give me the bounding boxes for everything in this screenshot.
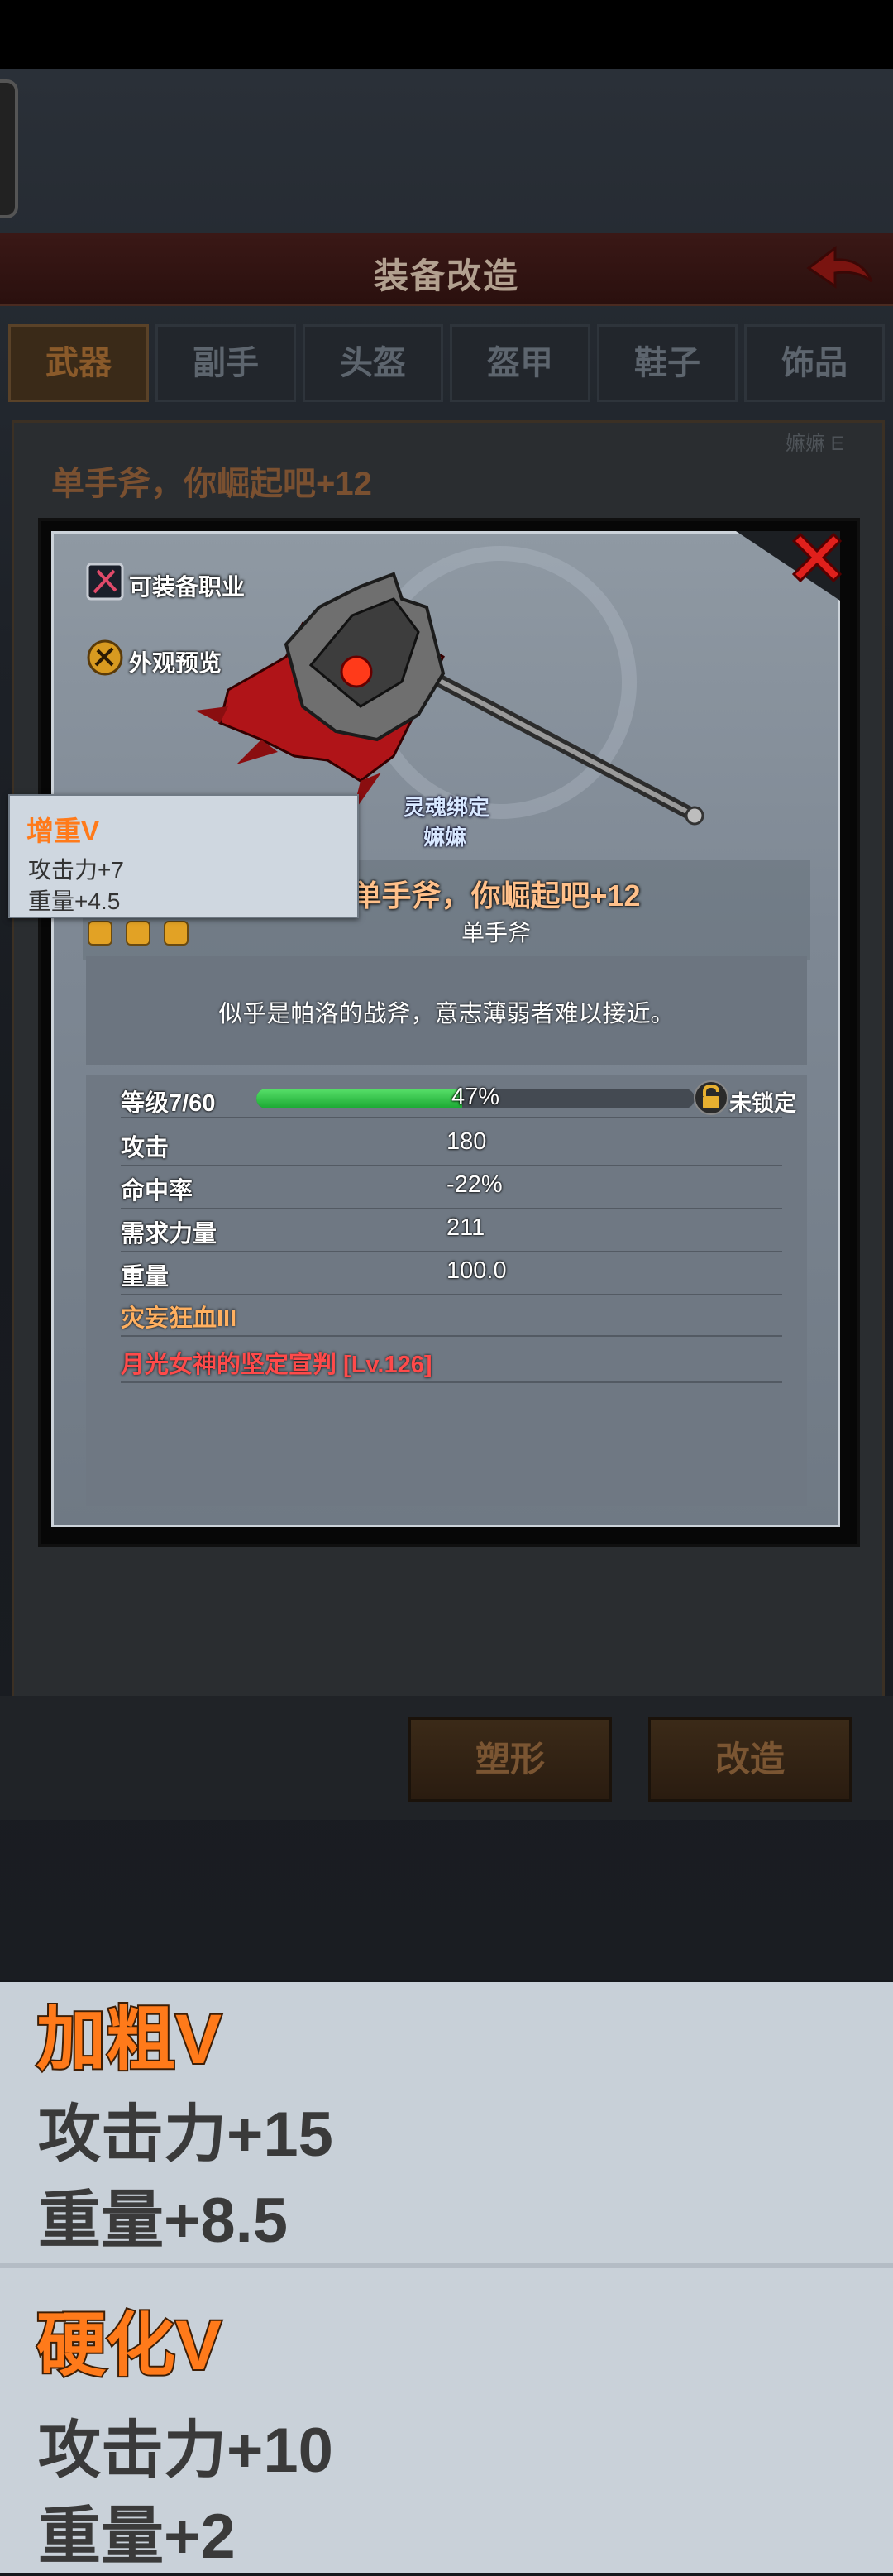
tab-weapon[interactable]: 武器: [8, 324, 149, 402]
status-bar: [0, 0, 893, 69]
level-label: 等级7/60: [121, 1090, 216, 1117]
tooltip-line-2: 重量+4.5: [28, 888, 121, 914]
stat-value-weight: 100.0: [446, 1257, 507, 1284]
bound-owner-label: 嫲嫲: [423, 825, 467, 850]
preview-icon[interactable]: [86, 639, 124, 677]
close-icon[interactable]: [786, 526, 848, 589]
soul-bound-label: 灵魂绑定: [404, 795, 490, 820]
equipment-card-tag: 嫲嫲 E: [786, 433, 844, 455]
tab-accessory[interactable]: 饰品: [744, 324, 885, 402]
stat-label-attack: 攻击: [121, 1135, 170, 1161]
gem-slot-icon: [88, 921, 112, 946]
lock-icon[interactable]: [693, 1080, 729, 1116]
tab-shoes[interactable]: 鞋子: [597, 324, 738, 402]
equipment-card-title: 单手斧，你崛起吧+12: [51, 466, 372, 502]
tab-armor[interactable]: 盔甲: [450, 324, 590, 402]
affix-option-2-line-2: 重量+2: [38, 2502, 236, 2572]
affix-option-1-title: 加粗V: [35, 1999, 223, 2080]
lock-status-label[interactable]: 未锁定: [729, 1085, 796, 1118]
affix-1: 灾妄狂血III: [121, 1305, 237, 1332]
affix-option-2-line-1: 攻击力+10: [38, 2416, 333, 2486]
stat-label-hit-rate: 命中率: [121, 1178, 193, 1204]
gem-slot-icon: [164, 921, 189, 946]
stat-value-required-strength: 211: [446, 1214, 485, 1241]
stat-label-weight: 重量: [121, 1264, 170, 1290]
stat-value-attack: 180: [446, 1128, 487, 1155]
affix-option-1-line-2: 重量+8.5: [38, 2186, 289, 2256]
level-percent: 47%: [451, 1084, 500, 1110]
affix-option-1-line-1: 攻击力+15: [38, 2100, 333, 2170]
tooltip-title: 增重V: [26, 816, 100, 846]
gem-slot-icon: [126, 921, 150, 946]
stat-value-hit-rate: -22%: [446, 1171, 503, 1198]
side-handle[interactable]: [0, 79, 18, 218]
tab-offhand[interactable]: 副手: [155, 324, 296, 402]
reforge-button[interactable]: 改造: [648, 1717, 852, 1802]
item-description: 似乎是帕洛的战斧，意志薄弱者难以接近。: [218, 1001, 675, 1027]
page-title: 装备改造: [373, 256, 519, 295]
classes-icon[interactable]: [86, 563, 124, 601]
shape-button[interactable]: 塑形: [408, 1717, 612, 1802]
stat-label-required-strength: 需求力量: [121, 1221, 217, 1247]
affix-option-2-title: 硬化V: [35, 2305, 223, 2386]
back-arrow-icon[interactable]: [802, 240, 876, 298]
tab-helmet[interactable]: 头盔: [303, 324, 443, 402]
affix-2: 月光女神的坚定宣判 [Lv.126]: [121, 1352, 432, 1378]
tooltip-line-1: 攻击力+7: [28, 857, 124, 883]
item-type: 单手斧: [461, 920, 531, 946]
